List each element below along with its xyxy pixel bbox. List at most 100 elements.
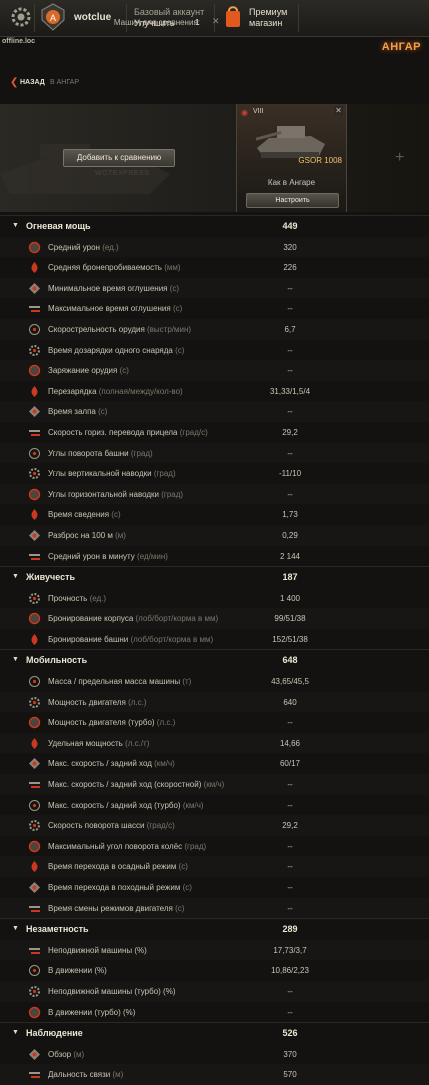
- section-title: Незаметность: [26, 924, 89, 935]
- configure-button[interactable]: Настроить: [246, 193, 339, 208]
- stat-unit: (км/ч): [203, 780, 225, 790]
- stat-unit: (ед/мин): [137, 551, 168, 561]
- aim-speed-icon: [29, 429, 40, 436]
- stat-label: Скорострельность орудия (выстр/мин): [48, 325, 191, 334]
- stat-value: 152/51/38: [272, 634, 308, 644]
- add-vehicle-slot-icon[interactable]: +: [395, 149, 404, 167]
- stat-row: Дальность связи (м) 570: [0, 1064, 429, 1085]
- stat-value: 1,73: [282, 510, 298, 520]
- collapse-caret-icon[interactable]: ▼: [12, 1029, 19, 1036]
- stat-label: Средний урон в минуту (ед/мин): [48, 552, 168, 561]
- stat-label: Время перехода в походный режим (с): [48, 883, 192, 892]
- section-header[interactable]: ▼ Мобильность 648: [0, 649, 429, 671]
- stat-row: Разброс на 100 м (м) 0,29: [0, 525, 429, 546]
- stat-label: Прочность (ед.): [48, 594, 106, 603]
- collapse-caret-icon[interactable]: ▼: [12, 222, 19, 229]
- stat-unit: (м): [112, 1070, 124, 1080]
- stat-name: Средний урон в минуту: [48, 551, 135, 561]
- compare-count-label: Машин для сравнения:: [113, 18, 200, 27]
- stat-value: --: [287, 283, 293, 293]
- stat-name: Максимальный угол поворота колёс: [48, 841, 183, 851]
- breadcrumb-path: В АНГАР: [50, 79, 79, 86]
- clear-compare-icon[interactable]: ✕: [212, 16, 220, 27]
- stat-unit: (град): [153, 469, 176, 479]
- stat-label: Углы поворота башни (град): [48, 449, 153, 458]
- travel-mode-icon: [29, 882, 40, 893]
- collapse-caret-icon[interactable]: ▼: [12, 925, 19, 932]
- divider: [298, 4, 299, 32]
- stat-unit: (км/ч): [154, 759, 175, 769]
- stat-label: Мощность двигателя (турбо) (л.с.): [48, 718, 175, 727]
- stat-label: Максимальный угол поворота колёс (град): [48, 842, 206, 851]
- stat-name: Бронирование корпуса: [48, 614, 134, 624]
- section-header[interactable]: ▼ Огневая мощь 449: [0, 215, 429, 237]
- stat-value: 29,2: [282, 427, 298, 437]
- stat-name: Время дозарядки одного снаряда: [48, 345, 173, 355]
- settings-gear-icon[interactable]: [6, 2, 36, 32]
- stat-row: Средняя бронепробиваемость (мм) 226: [0, 257, 429, 278]
- loading-icon: [28, 364, 41, 377]
- collapse-caret-icon[interactable]: ▼: [12, 573, 19, 580]
- stat-label: Дальность связи (м): [48, 1070, 123, 1079]
- stun-min-icon: [29, 282, 40, 294]
- premium-shop-link[interactable]: Премиум магазин: [249, 7, 287, 29]
- stat-name: В движении (%): [48, 966, 107, 976]
- stat-label: В движении (%): [48, 966, 107, 975]
- premium-shop-icon[interactable]: [218, 2, 248, 32]
- stat-label: Время смены режимов двигателя (с): [48, 904, 184, 913]
- stat-value: --: [287, 366, 293, 376]
- stat-unit: (м): [73, 1049, 85, 1059]
- section-title: Мобильность: [26, 655, 88, 666]
- stat-label: Средний урон (ед.): [48, 243, 119, 252]
- stat-label: Разброс на 100 м (м): [48, 531, 126, 540]
- stat-unit: (т): [182, 677, 192, 687]
- stat-label: Средняя бронепробиваемость (мм): [48, 263, 181, 272]
- server-name: offline.loc: [2, 38, 36, 45]
- stat-label: Бронирование башни (лоб/борт/корма в мм): [48, 635, 213, 644]
- stat-unit: (км/ч): [182, 800, 204, 810]
- stat-label: Углы вертикальной наводки (град): [48, 469, 176, 478]
- stat-unit: (с): [178, 862, 188, 872]
- stat-name: Углы поворота башни: [48, 448, 129, 458]
- specific-power-icon: [31, 737, 38, 749]
- nation-flag-icon: ◉: [241, 108, 248, 117]
- section-header[interactable]: ▼ Незаметность 289: [0, 918, 429, 940]
- remove-vehicle-icon[interactable]: ✕: [334, 106, 343, 115]
- stat-value: 31,33/1,5/4: [269, 386, 311, 396]
- stat-name: Дальность связи: [48, 1070, 111, 1080]
- vehicle-card[interactable]: ◉ VIII ✕ GSOR 1008 Как в Ангаре Настроит…: [236, 104, 347, 212]
- stat-row: Макс. скорость / задний ход (км/ч) 60/17: [0, 753, 429, 774]
- section-header[interactable]: ▼ Живучесть 187: [0, 566, 429, 588]
- stat-row: Обзор (м) 370: [0, 1044, 429, 1065]
- stat-name: Бронирование башни: [48, 634, 129, 644]
- stat-row: Средний урон (ед.) 320: [0, 237, 429, 258]
- stat-row: Заряжание орудия (с) --: [0, 360, 429, 381]
- back-arrow-icon[interactable]: ❮: [10, 77, 18, 88]
- stat-value: 640: [283, 697, 297, 707]
- stat-value: --: [287, 903, 293, 913]
- add-to-compare-button[interactable]: Добавить к сравнению: [63, 149, 175, 167]
- stat-value: --: [287, 489, 293, 499]
- stat-value: 60/17: [279, 759, 301, 769]
- penetration-icon: [31, 262, 38, 274]
- section-header[interactable]: ▼ Наблюдение 526: [0, 1022, 429, 1044]
- username[interactable]: wotclue: [74, 12, 111, 23]
- section-score: 449: [282, 221, 298, 231]
- stat-row: Максимальный угол поворота колёс (град) -…: [0, 836, 429, 857]
- premium-label-1: Премиум: [249, 7, 288, 17]
- stat-row: Время залпа (с) --: [0, 401, 429, 422]
- stat-value: 6,7: [284, 324, 296, 334]
- section-score: 648: [282, 655, 298, 666]
- stat-value: --: [287, 1007, 293, 1017]
- stat-value: 43,65/45,5: [271, 677, 309, 687]
- collapse-caret-icon[interactable]: ▼: [12, 656, 19, 663]
- clan-emblem-icon[interactable]: A: [38, 2, 68, 32]
- siege-mode-icon: [31, 861, 38, 873]
- stat-value: 2 144: [279, 551, 301, 561]
- camo-still-icon: [29, 947, 40, 954]
- camo-moving-turbo-icon: [28, 1006, 41, 1018]
- traverse-icon: [29, 820, 40, 832]
- back-button[interactable]: НАЗАД: [20, 79, 45, 86]
- stat-name: Мощность двигателя: [48, 697, 126, 707]
- stat-row: Удельная мощность (л.с./т) 14,66: [0, 733, 429, 754]
